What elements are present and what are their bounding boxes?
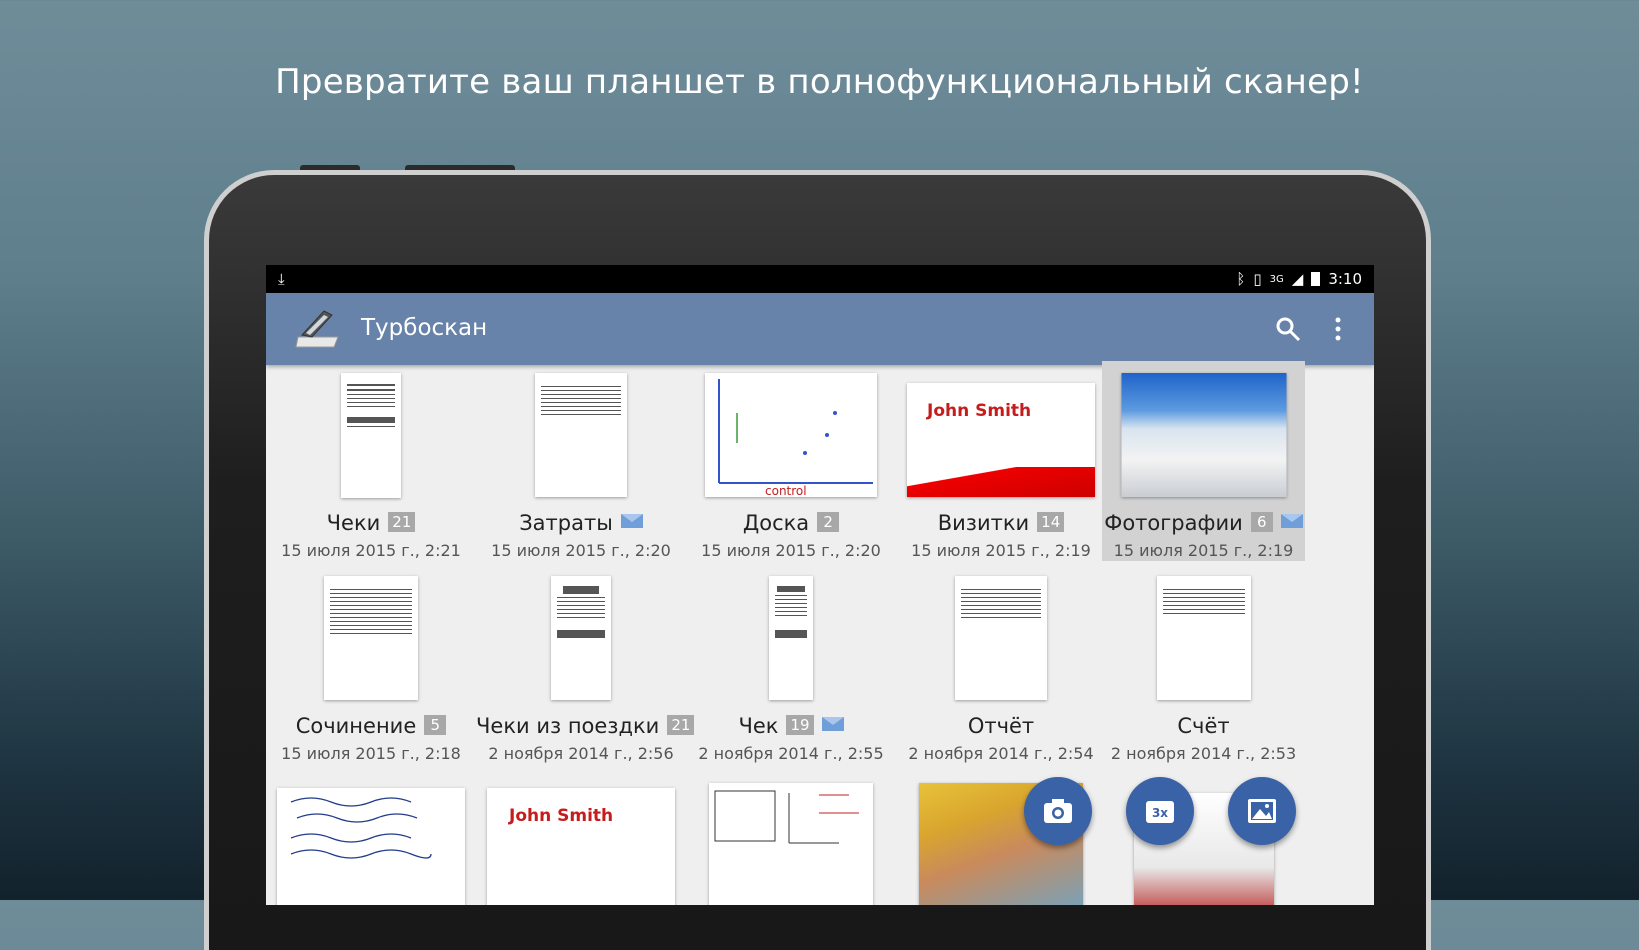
photo-thumbnail <box>1121 373 1286 497</box>
bluetooth-icon: ᛒ <box>1236 270 1246 288</box>
document-name: Счёт <box>1177 714 1230 738</box>
document-name: Чеки из поездки <box>476 714 660 738</box>
document-name: Фотографии <box>1104 511 1243 535</box>
invoice-thumbnail <box>1156 576 1251 700</box>
status-time: 3:10 <box>1328 270 1362 288</box>
burst-3x-icon: 3x <box>1146 801 1174 823</box>
business-card-thumbnail: John Smith <box>487 788 675 905</box>
page-count-badge: 6 <box>1250 512 1273 532</box>
document-date: 2 ноября 2014 г., 2:56 <box>488 744 674 763</box>
document-date: 15 июля 2015 г., 2:19 <box>1113 541 1294 560</box>
document-name: Затраты <box>519 511 613 535</box>
gallery-button[interactable] <box>1228 777 1296 845</box>
document-name: Отчёт <box>967 714 1035 738</box>
handwriting-icon <box>290 797 432 859</box>
card-name: John Smith <box>927 401 1032 421</box>
receipt-thumbnail <box>769 576 813 700</box>
whiteboard-chart-icon: control <box>718 379 873 497</box>
whiteboard-diagram-icon <box>714 790 859 844</box>
document-name: Сочинение <box>295 714 417 738</box>
network-label: 3G <box>1269 273 1284 285</box>
battery-icon <box>1311 272 1321 286</box>
gallery-icon <box>1248 799 1276 823</box>
document-name: Доска <box>742 511 810 535</box>
report-thumbnail <box>955 576 1047 700</box>
document-tile-selected[interactable]: Фотографии 6 15 июля 2015 г., 2:19 <box>1102 361 1305 561</box>
document-tile[interactable]: Отчёт 2 ноября 2014 г., 2:54 <box>896 576 1106 776</box>
document-date: 2 ноября 2014 г., 2:55 <box>698 744 884 763</box>
document-date: 15 июля 2015 г., 2:20 <box>701 541 881 560</box>
document-tile[interactable]: Чек 19 2 ноября 2014 г., 2:55 <box>686 576 896 776</box>
page-count-badge: 2 <box>817 512 840 532</box>
document-tile[interactable] <box>266 788 476 905</box>
app-bar: Турбоскан <box>266 293 1374 365</box>
card-name: John Smith <box>509 806 614 826</box>
spreadsheet-thumbnail <box>535 373 627 497</box>
document-tile[interactable] <box>686 783 896 905</box>
more-vert-icon[interactable] <box>1324 315 1352 343</box>
whiteboard-thumbnail <box>709 783 873 905</box>
promo-headline: Превратите ваш планшет в полнофункционал… <box>275 62 1364 102</box>
document-tile[interactable]: Сочинение 5 15 июля 2015 г., 2:18 <box>266 576 476 776</box>
burst-label: 3x <box>1152 806 1168 820</box>
document-name: Чеки <box>326 511 381 535</box>
page-count-badge: 21 <box>388 512 416 532</box>
document-tile[interactable]: control Доска 2 15 июля 2015 г., 2:20 <box>686 373 896 573</box>
document-tile[interactable]: John Smith <box>476 788 686 905</box>
document-name: Чек <box>738 714 779 738</box>
search-icon[interactable] <box>1274 315 1302 343</box>
tablet-screen: ⤓ ᛒ ▯ 3G ◢ 3:10 Турбоскан Чеки 21 15 июл… <box>266 265 1374 905</box>
whiteboard-x-label: control <box>765 484 807 497</box>
document-date: 15 июля 2015 г., 2:20 <box>491 541 671 560</box>
app-title: Турбоскан <box>361 315 488 341</box>
signal-icon: ◢ <box>1291 270 1304 288</box>
document-date: 15 июля 2015 г., 2:18 <box>281 744 461 763</box>
business-card-thumbnail: John Smith <box>907 383 1095 497</box>
document-date: 2 ноября 2014 г., 2:53 <box>1110 744 1297 763</box>
mail-icon <box>1280 514 1303 528</box>
essay-thumbnail <box>324 576 418 700</box>
receipt-thumbnail <box>341 373 401 498</box>
handwritten-note-thumbnail <box>277 788 465 905</box>
document-name: Визитки <box>937 511 1030 535</box>
document-tile[interactable]: Счёт 2 ноября 2014 г., 2:53 <box>1102 576 1305 776</box>
document-tile[interactable]: Затраты 15 июля 2015 г., 2:20 <box>476 373 686 573</box>
download-icon: ⤓ <box>278 270 285 288</box>
page-count-badge: 14 <box>1037 512 1065 532</box>
page-count-badge: 19 <box>786 715 814 735</box>
camera-button[interactable] <box>1024 777 1092 845</box>
document-tile[interactable]: Чеки из поездки 21 2 ноября 2014 г., 2:56 <box>476 576 695 776</box>
mail-icon <box>620 514 643 528</box>
document-date: 2 ноября 2014 г., 2:54 <box>908 744 1094 763</box>
document-date: 15 июля 2015 г., 2:21 <box>281 541 461 560</box>
receipt-thumbnail <box>551 576 611 700</box>
document-tile[interactable]: John Smith Визитки 14 15 июля 2015 г., 2:… <box>896 373 1106 573</box>
page-count-badge: 5 <box>424 715 447 735</box>
status-bar: ⤓ ᛒ ▯ 3G ◢ 3:10 <box>266 265 1374 293</box>
camera-icon <box>1044 799 1072 823</box>
whiteboard-thumbnail: control <box>705 373 877 497</box>
document-tile[interactable]: Чеки 21 15 июля 2015 г., 2:21 <box>266 373 476 573</box>
mail-icon <box>821 717 844 731</box>
scanner-logo-icon <box>295 310 339 348</box>
document-date: 15 июля 2015 г., 2:19 <box>911 541 1091 560</box>
burst-scan-button[interactable]: 3x <box>1126 777 1194 845</box>
vibrate-icon: ▯ <box>1253 270 1262 288</box>
